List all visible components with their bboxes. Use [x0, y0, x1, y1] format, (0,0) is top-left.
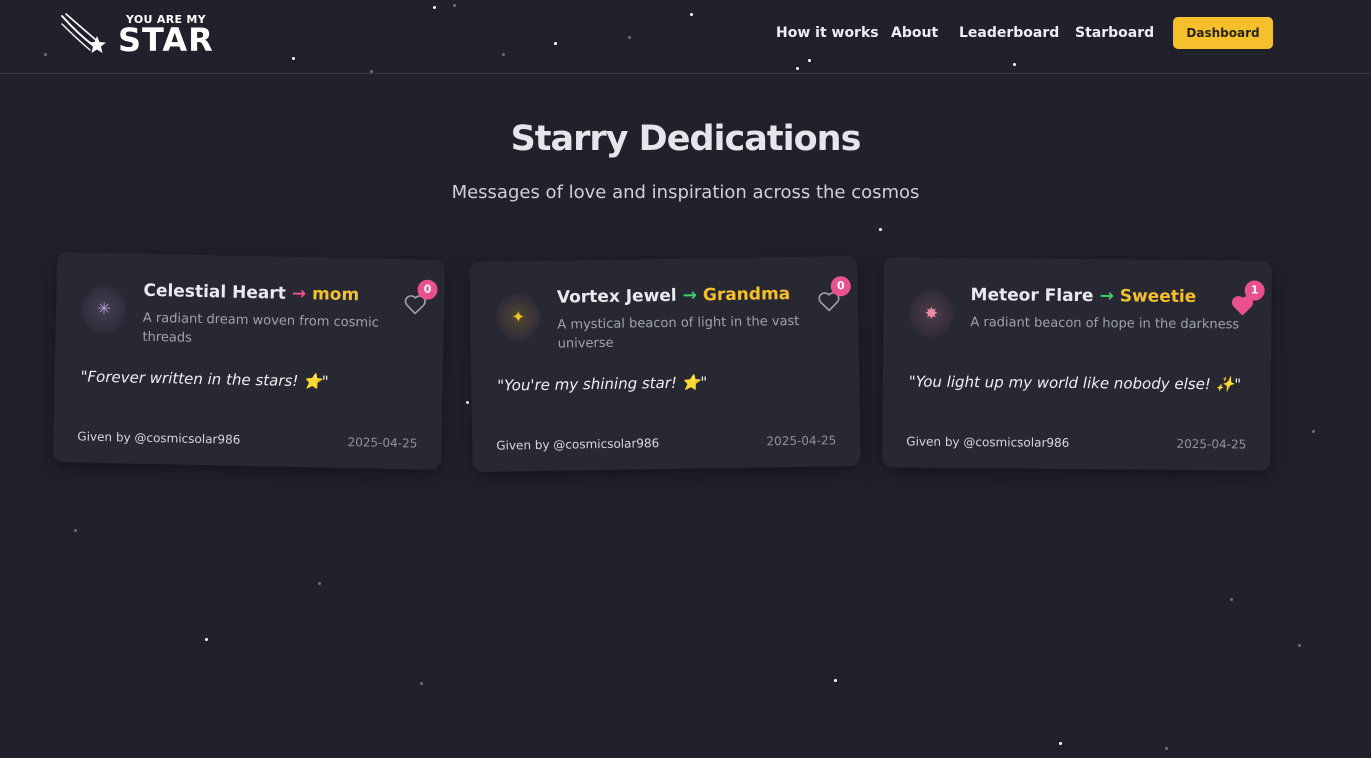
like-count-badge: 0 [830, 276, 851, 297]
background-star [466, 401, 469, 404]
brand-name: STAR [118, 21, 214, 59]
nav-link-about[interactable]: About [891, 25, 938, 41]
arrow-icon: → [291, 283, 307, 305]
avatar-glyph: ✦ [511, 307, 526, 327]
star-name: Celestial Heart [143, 280, 287, 304]
given-by: Given by @cosmicsolar986 [77, 429, 241, 447]
background-star [834, 679, 837, 682]
arrow-icon: → [1099, 286, 1114, 307]
dashboard-button[interactable]: Dashboard [1173, 17, 1273, 49]
site-header: YOU ARE MY STAR How it works About Leade… [0, 0, 1371, 74]
burst-icon: ✸ [909, 289, 954, 338]
background-star [1312, 430, 1315, 433]
background-star [1165, 747, 1168, 750]
dedication-message: "You're my shining star! ⭐" [497, 373, 708, 395]
sparkle-icon: ✦ [495, 292, 541, 342]
background-star [879, 228, 882, 231]
recipient-name: Sweetie [1119, 286, 1197, 308]
like-count-badge: 1 [1244, 280, 1265, 301]
given-by: Given by @cosmicsolar986 [906, 434, 1070, 450]
avatar-glyph: ✸ [924, 303, 939, 323]
star-description: A radiant dream woven from cosmic thread… [142, 310, 380, 346]
avatar-glyph: ✳ [97, 298, 111, 319]
firework-icon: ✳ [81, 284, 127, 334]
background-star [1059, 742, 1062, 745]
recipient-name: mom [311, 284, 360, 306]
recipient-name: Grandma [702, 284, 791, 306]
nav-link-how-it-works[interactable]: How it works [776, 25, 879, 41]
card-heading: Vortex Jewel → Grandma [556, 283, 827, 308]
page-title: Starry Dedications [510, 119, 862, 159]
nav-link-leaderboard[interactable]: Leaderboard [959, 25, 1059, 41]
shooting-star-icon [61, 13, 106, 53]
star-description: A radiant beacon of hope in the darkness [970, 315, 1240, 333]
dedication-date: 2025-04-25 [1176, 436, 1247, 452]
background-star [1230, 598, 1233, 601]
dedication-message: "You light up my world like nobody else!… [908, 372, 1242, 394]
dedication-card[interactable]: ✳ Celestial Heart → mom A radiant dream wove… [52, 251, 446, 471]
dedication-date: 2025-04-25 [766, 433, 837, 449]
page-subtitle: Messages of love and inspiration across … [451, 182, 920, 203]
background-star [74, 529, 77, 532]
dedication-date: 2025-04-25 [347, 435, 418, 451]
star-description: A mystical beacon of light in the vast u… [557, 313, 800, 352]
dedication-message: "Forever written in the stars! ⭐" [80, 367, 329, 391]
page: YOU ARE MY STAR How it works About Leade… [0, 0, 1371, 758]
background-star [318, 582, 321, 585]
dedication-card[interactable]: ✦ Vortex Jewel → Grandma A mystical beacon o… [469, 255, 861, 473]
like-count-badge: 0 [417, 279, 438, 300]
nav-link-starboard[interactable]: Starboard [1075, 25, 1154, 41]
card-heading: Celestial Heart → mom [143, 281, 413, 307]
arrow-icon: → [682, 285, 698, 306]
background-star [1298, 644, 1301, 647]
background-star [420, 682, 423, 685]
given-by: Given by @cosmicsolar986 [496, 436, 660, 453]
star-name: Meteor Flare [970, 285, 1094, 307]
card-heading: Meteor Flare → Sweetie [971, 285, 1241, 307]
dedication-card[interactable]: ✸ Meteor Flare → Sweetie A radiant beacon of… [882, 257, 1272, 471]
star-name: Vortex Jewel [556, 285, 677, 308]
background-star [205, 638, 208, 641]
brand-logo[interactable]: YOU ARE MY STAR [60, 10, 220, 60]
